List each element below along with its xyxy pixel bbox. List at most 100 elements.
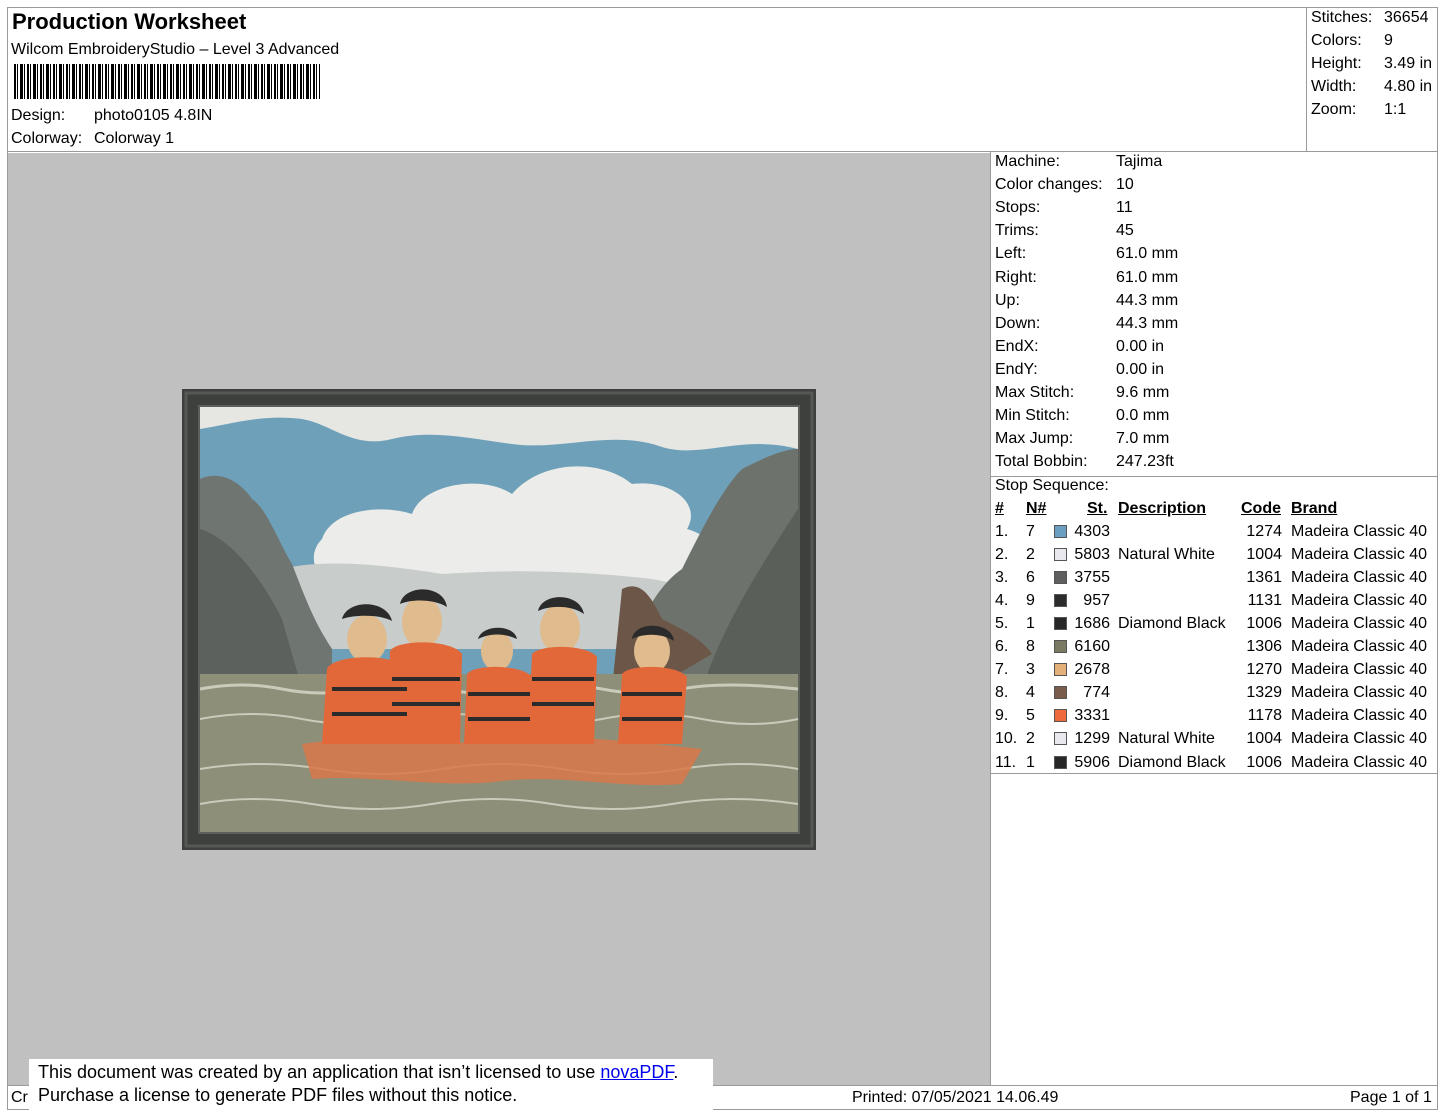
machine-info-row: Total Bobbin: 247.23ft <box>995 453 1174 471</box>
machine-info-row: EndY: 0.00 in <box>995 360 1164 379</box>
sequence-needle-number: 8 <box>1026 638 1035 656</box>
sequence-description: Natural White <box>1118 546 1215 564</box>
col-header-stitches: St. <box>1087 500 1108 517</box>
sequence-stitch-count: 774 <box>1083 684 1110 702</box>
machine-info-value: Tajima <box>1116 153 1163 170</box>
sequence-row-number: 11. <box>995 753 1017 771</box>
novapdf-link[interactable]: novaPDF <box>600 1062 673 1082</box>
stitches-label: Stitches: <box>1311 9 1373 26</box>
design-value: photo0105 4.8IN <box>94 107 213 124</box>
machine-info-value: 44.3 mm <box>1116 291 1179 309</box>
thread-brand: Madeira Classic 40 <box>1291 523 1428 540</box>
thread-code: 1306 <box>1246 638 1282 656</box>
thread-brand: Madeira Classic 40 <box>1291 684 1428 702</box>
sequence-needle-number: 6 <box>1026 569 1035 587</box>
width-value: 4.80 in <box>1384 78 1433 95</box>
sequence-row-number: 4. <box>995 592 1009 610</box>
printed-date: Printed: 07/05/2021 14.06.49 <box>852 1089 1059 1106</box>
height-value: 3.49 in <box>1384 55 1433 72</box>
sequence-needle-number: 5 <box>1026 707 1035 725</box>
machine-info-label: Machine: <box>995 153 1060 170</box>
license-notice: This document was created by an applicat… <box>29 1059 713 1113</box>
machine-info-label: Down: <box>995 314 1041 332</box>
machine-info-value: 247.23ft <box>1116 453 1174 471</box>
sequence-row-number: 7. <box>995 661 1009 679</box>
machine-info-value: 0.0 mm <box>1116 407 1170 425</box>
stitches-value: 36654 <box>1384 9 1429 26</box>
machine-info-label: Total Bobbin: <box>995 453 1088 471</box>
thread-brand: Madeira Classic 40 <box>1291 615 1428 633</box>
thread-code: 1004 <box>1246 546 1282 564</box>
height-label: Height: <box>1311 55 1362 72</box>
sequence-description: Natural White <box>1118 730 1215 748</box>
footer-creator-fragment: Cr <box>11 1089 28 1106</box>
thread-code: 1361 <box>1246 569 1282 587</box>
preview-divider <box>990 151 991 1086</box>
machine-info-label: Stops: <box>995 199 1041 217</box>
thread-color-swatch <box>1054 640 1067 654</box>
notice-line1-suffix: . <box>673 1062 679 1082</box>
thread-color-swatch <box>1054 548 1067 562</box>
sequence-needle-number: 1 <box>1026 615 1035 633</box>
machine-info-row: Up: 44.3 mm <box>995 292 1178 310</box>
thread-code: 1329 <box>1246 684 1282 702</box>
machine-info-value: 7.0 mm <box>1116 430 1170 448</box>
page-title: Production Worksheet <box>12 9 247 34</box>
thread-code: 1006 <box>1246 753 1282 771</box>
zoom-label: Zoom: <box>1311 101 1357 118</box>
machine-info-label: Left: <box>995 245 1027 263</box>
thread-color-swatch <box>1054 709 1067 723</box>
machine-info-row: Stops: 11 <box>995 199 1133 217</box>
colorway-label: Colorway: <box>11 130 83 147</box>
machine-info-label: EndY: <box>995 360 1038 378</box>
sequence-row-number: 9. <box>995 707 1009 725</box>
width-label: Width: <box>1311 78 1357 95</box>
col-header-code: Code <box>1241 500 1281 517</box>
sequence-needle-number: 9 <box>1026 592 1035 610</box>
barcode <box>14 64 320 99</box>
thread-color-swatch <box>1054 663 1067 677</box>
thread-code: 1006 <box>1246 615 1282 633</box>
machine-info-value: 61.0 mm <box>1116 268 1179 286</box>
sequence-row-number: 10. <box>995 730 1018 748</box>
thread-brand: Madeira Classic 40 <box>1291 546 1428 564</box>
thread-brand: Madeira Classic 40 <box>1291 730 1428 748</box>
col-header-brand: Brand <box>1291 500 1338 517</box>
thread-color-swatch <box>1054 571 1067 585</box>
thread-brand: Madeira Classic 40 <box>1291 753 1428 771</box>
zoom-value: 1:1 <box>1384 101 1407 118</box>
sequence-stitch-count: 5906 <box>1074 753 1110 771</box>
thread-brand: Madeira Classic 40 <box>1291 661 1428 679</box>
sequence-row-number: 1. <box>995 523 1009 540</box>
sequence-needle-number: 2 <box>1026 730 1035 748</box>
machine-info-row: Right: 61.0 mm <box>995 269 1178 287</box>
sequence-stitch-count: 1299 <box>1074 730 1110 748</box>
notice-line2: Purchase a license to generate PDF files… <box>38 1085 518 1105</box>
thread-code: 1274 <box>1246 523 1282 540</box>
sequence-description: Diamond Black <box>1118 615 1226 633</box>
machine-info-row: Max Stitch: 9.6 mm <box>995 384 1169 402</box>
thread-brand: Madeira Classic 40 <box>1291 638 1428 656</box>
col-header-num: # <box>995 500 1004 517</box>
thread-color-swatch <box>1054 755 1067 769</box>
sequence-row-number: 5. <box>995 615 1009 633</box>
sequence-description: Diamond Black <box>1118 753 1226 771</box>
stats-divider <box>1306 7 1307 152</box>
thread-brand: Madeira Classic 40 <box>1291 569 1428 587</box>
machine-info-value: 10 <box>1116 176 1134 194</box>
design-label: Design: <box>11 107 66 124</box>
thread-color-swatch <box>1054 732 1067 746</box>
thread-color-swatch <box>1054 525 1067 538</box>
sequence-stitch-count: 6160 <box>1074 638 1110 656</box>
app-name: Wilcom EmbroideryStudio – Level 3 Advanc… <box>11 41 340 58</box>
sequence-needle-number: 3 <box>1026 661 1035 679</box>
sequence-stitch-count: 2678 <box>1074 661 1110 679</box>
colors-label: Colors: <box>1311 32 1362 49</box>
machine-info-value: 0.00 in <box>1116 360 1165 378</box>
sequence-stitch-count: 3331 <box>1074 707 1110 725</box>
machine-info-row: Color changes: 10 <box>995 176 1134 194</box>
machine-info-value: 11 <box>1116 199 1133 217</box>
sequence-needle-number: 2 <box>1026 546 1035 564</box>
sequence-row-number: 3. <box>995 569 1009 587</box>
header-divider <box>7 151 1438 152</box>
